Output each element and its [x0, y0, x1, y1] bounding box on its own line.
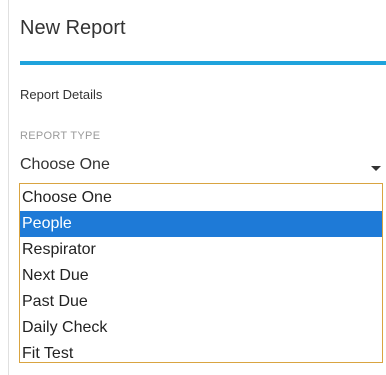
- option-past-due[interactable]: Past Due: [20, 289, 382, 315]
- report-type-selected-value: Choose One: [20, 156, 110, 173]
- option-respirator[interactable]: Respirator: [20, 237, 382, 263]
- report-type-listbox[interactable]: Choose One People Respirator Next Due Pa…: [19, 183, 383, 363]
- section-heading: Report Details: [20, 87, 103, 102]
- title-accent-bar: [20, 61, 386, 65]
- page-title: New Report: [20, 17, 126, 39]
- option-choose-one[interactable]: Choose One: [20, 185, 382, 211]
- option-fit-test[interactable]: Fit Test: [20, 341, 382, 367]
- report-type-label: REPORT TYPE: [20, 130, 101, 142]
- report-type-select[interactable]: Choose One: [19, 152, 385, 178]
- option-daily-check[interactable]: Daily Check: [20, 315, 382, 341]
- new-report-panel: New Report Report Details REPORT TYPE Ch…: [8, 0, 386, 375]
- option-next-due[interactable]: Next Due: [20, 263, 382, 289]
- caret-down-icon[interactable]: [371, 166, 381, 171]
- option-people[interactable]: People: [20, 211, 382, 237]
